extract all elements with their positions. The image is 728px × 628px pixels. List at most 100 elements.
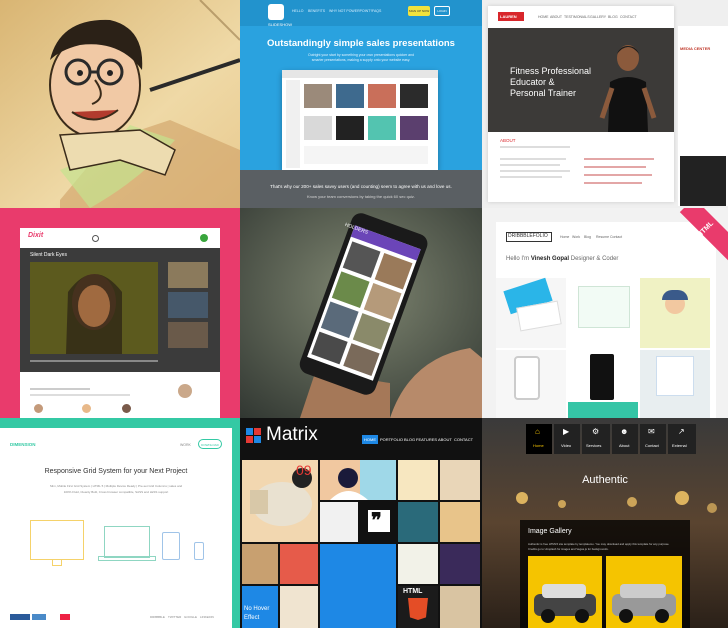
matrix-logo-icon xyxy=(246,436,253,443)
matrix-nav-item[interactable]: BLOG xyxy=(404,437,415,442)
tile-caricature-sketch[interactable] xyxy=(0,0,240,208)
footer-link[interactable]: DRIBBBLE xyxy=(150,615,165,619)
nav-home[interactable]: ⌂ Home xyxy=(526,424,552,454)
slideshow-nav-item[interactable]: BENEFITS xyxy=(308,9,325,13)
nav-label: Contact xyxy=(645,443,659,448)
tile-phone-app[interactable]: HOLDERS xyxy=(240,208,482,418)
matrix-tile[interactable] xyxy=(440,586,480,628)
matrix-tile[interactable] xyxy=(440,502,480,542)
users-icon: ☻ xyxy=(620,427,629,436)
slideshow-nav-item[interactable]: FAQS xyxy=(372,9,381,13)
folio-nav-item[interactable]: Work xyxy=(572,235,580,239)
lauren-logo[interactable]: LAUREN xyxy=(500,14,517,19)
tile-dixit-site[interactable]: Dixit Silent Dark Eyes xyxy=(0,208,240,418)
matrix-nav-item[interactable]: FEATURES xyxy=(416,437,437,442)
tile-matrix-site[interactable]: Matrix HOME PORTFOLIO BLOG FEATURES ABOU… xyxy=(240,418,482,628)
footer-link[interactable]: LINKEDIN xyxy=(200,615,214,619)
social-badge[interactable] xyxy=(60,614,70,620)
gallery-image[interactable] xyxy=(606,556,682,628)
avatar[interactable] xyxy=(178,384,192,398)
social-badge[interactable] xyxy=(32,614,46,620)
lauren-nav-item[interactable]: BLOG xyxy=(608,15,618,19)
matrix-nav-item[interactable]: PORTFOLIO xyxy=(380,437,403,442)
nav-video[interactable]: ▶ Video xyxy=(554,424,580,454)
slideshow-logo-icon xyxy=(268,4,284,20)
avatar[interactable] xyxy=(82,404,91,413)
dixit-logo[interactable]: Dixit xyxy=(28,232,43,239)
matrix-nav-item[interactable]: ABOUT xyxy=(438,437,452,442)
gallery-text-1: Authentic is free HTML5 site template by… xyxy=(528,542,670,546)
folio-nav-item[interactable]: Resume xyxy=(596,235,609,239)
avatar[interactable] xyxy=(122,404,131,413)
related-thumb[interactable] xyxy=(168,292,208,318)
slideshow-nav-item[interactable]: HELLO xyxy=(292,9,303,13)
matrix-tile[interactable] xyxy=(320,460,396,500)
ui-mockup xyxy=(578,286,630,328)
matrix-tile[interactable] xyxy=(440,460,480,500)
text-line xyxy=(30,388,90,390)
lauren-nav-item[interactable]: GALLERY xyxy=(590,15,606,19)
matrix-brand[interactable]: Matrix xyxy=(266,424,318,446)
matrix-tile[interactable] xyxy=(398,544,438,584)
signup-button[interactable]: SIGN UP NOW xyxy=(408,6,430,16)
tile-dimension-grid[interactable]: DIMENSION WORK DOWNLOAD Responsive Grid … xyxy=(0,418,240,628)
dimension-logo[interactable]: DIMENSION xyxy=(10,442,36,447)
matrix-tile[interactable] xyxy=(398,460,438,500)
matrix-tile[interactable] xyxy=(320,544,396,628)
tile-lauren-fitness[interactable]: LAUREN HOME ABOUT TESTIMONIALS GALLERY B… xyxy=(482,0,728,208)
folio-intro: Hello I'm Vinesh Gopal Designer & Coder xyxy=(506,256,619,262)
video-player[interactable] xyxy=(30,262,158,354)
avatar[interactable] xyxy=(34,404,43,413)
matrix-tile[interactable] xyxy=(242,544,278,584)
nav-services[interactable]: ⚙ Services xyxy=(582,424,610,454)
slideshow-nav-item[interactable]: WHY NOT POWERPOINT? xyxy=(329,9,372,13)
text-line xyxy=(500,176,562,178)
matrix-logo-icon xyxy=(254,436,261,443)
tile-slideshow-site[interactable]: SLIDESHOW HELLO BENEFITS WHY NOT POWERPO… xyxy=(240,0,482,208)
folio-nav-item[interactable]: Contact xyxy=(610,235,622,239)
matrix-nav-home[interactable]: HOME xyxy=(362,435,378,444)
text-line xyxy=(584,166,646,168)
screenshot-collage: SLIDESHOW HELLO BENEFITS WHY NOT POWERPO… xyxy=(0,0,728,628)
search-icon[interactable] xyxy=(92,235,99,242)
matrix-tile-number: 09 xyxy=(296,462,312,478)
car-image xyxy=(612,584,676,623)
tile-authentic-site[interactable]: ⌂ Home ▶ Video ⚙ Services ☻ About ✉ Cont… xyxy=(482,418,728,628)
related-thumb[interactable] xyxy=(168,322,208,348)
nav-contact[interactable]: ✉ Contact xyxy=(640,424,666,454)
lauren-nav-item[interactable]: HOME xyxy=(538,15,549,19)
dribbblefolio-logo[interactable]: DRIBBBLEFOLIO xyxy=(508,233,548,239)
matrix-nav-item[interactable]: CONTACT xyxy=(454,437,473,442)
download-button[interactable]: DOWNLOAD xyxy=(198,439,222,449)
lauren-nav-item[interactable]: CONTACT xyxy=(620,15,637,19)
lauren-hero-line-2: Educator & xyxy=(510,77,555,87)
thumb xyxy=(304,116,332,140)
matrix-tile[interactable] xyxy=(280,544,318,584)
matrix-tile[interactable] xyxy=(280,586,318,628)
gallery-image[interactable] xyxy=(528,556,602,628)
matrix-tile[interactable] xyxy=(320,502,358,542)
footer-link[interactable]: GOOGLE xyxy=(184,615,197,619)
progress-bar[interactable] xyxy=(30,360,158,362)
lauren-nav-item[interactable]: ABOUT xyxy=(550,15,562,19)
folio-nav-item[interactable]: Blog xyxy=(584,235,591,239)
avatar[interactable] xyxy=(200,234,208,242)
footer-link[interactable]: TWITTER xyxy=(168,615,181,619)
dimension-desc-1: Slim, Mobile First Grid System | HTML 5 … xyxy=(49,484,183,488)
nav-label: Home xyxy=(533,443,544,448)
matrix-tile[interactable] xyxy=(440,544,480,584)
nav-about[interactable]: ☻ About xyxy=(612,424,638,454)
social-badge[interactable] xyxy=(10,614,30,620)
lauren-nav-item[interactable]: TESTIMONIALS xyxy=(564,15,590,19)
matrix-tile[interactable] xyxy=(398,502,438,542)
related-thumb[interactable] xyxy=(168,262,208,288)
login-button[interactable]: LOGIN xyxy=(434,6,450,16)
authentic-hero-title: Authentic xyxy=(582,474,628,486)
thumb xyxy=(304,84,332,108)
folio-nav-item[interactable]: Home xyxy=(560,235,569,239)
nav-external[interactable]: ↗ External xyxy=(668,424,696,454)
ui-mockup xyxy=(656,356,694,396)
matrix-tile[interactable]: 09 xyxy=(242,460,318,542)
dimension-nav-item[interactable]: WORK xyxy=(180,443,191,447)
tile-dribbblefolio[interactable]: DRIBBBLEFOLIO Home Work Blog Resume Cont… xyxy=(482,208,728,418)
